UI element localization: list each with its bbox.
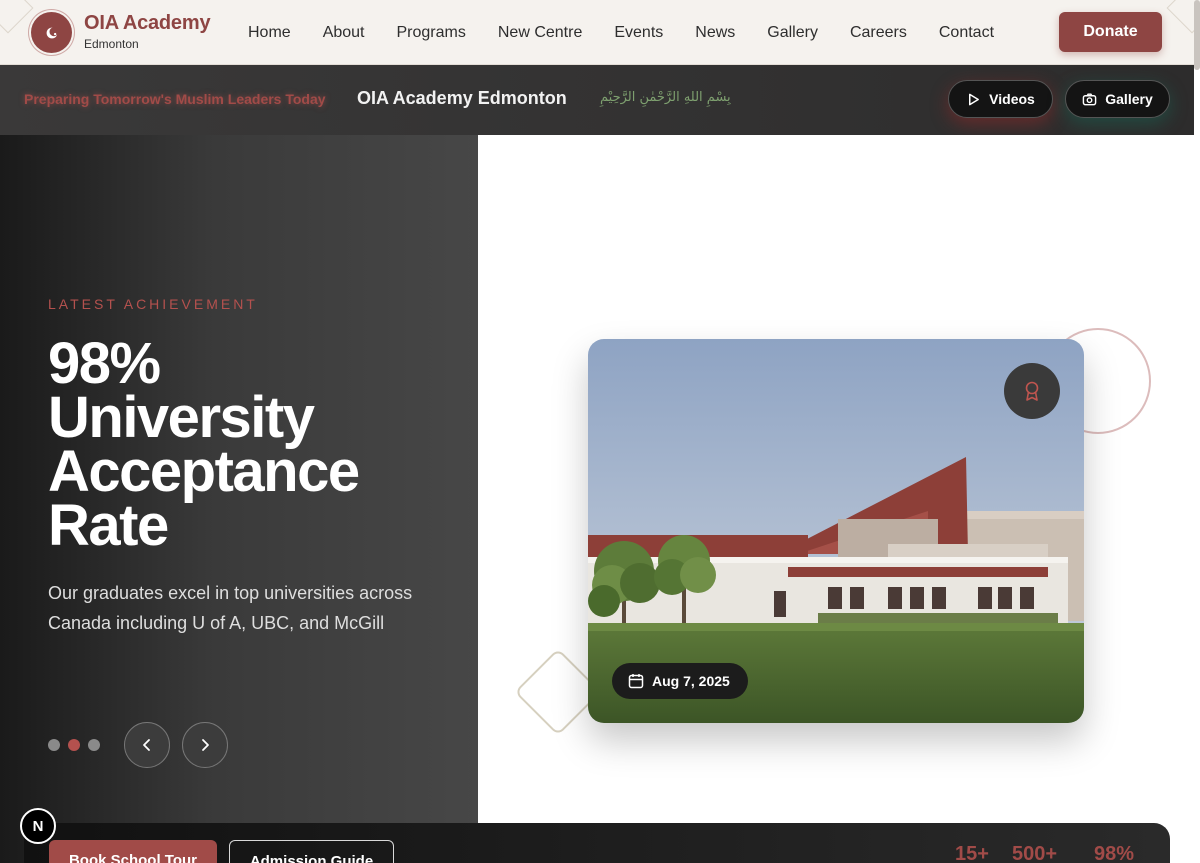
play-icon [969, 93, 980, 105]
bismillah-text: بِسْمِ اللهِ الرَّحْمٰنِ الرَّحِيْمِ [600, 90, 731, 105]
date-text: Aug 7, 2025 [652, 673, 730, 689]
crescent-icon [46, 26, 58, 38]
brand-name: OIA Academy [84, 12, 211, 34]
headline-line: Rate [48, 493, 169, 558]
nav-home[interactable]: Home [232, 0, 307, 65]
calendar-icon [628, 674, 644, 689]
nav-contact[interactable]: Contact [923, 0, 1010, 65]
videos-button[interactable]: Videos [948, 80, 1053, 118]
nav-news[interactable]: News [679, 0, 751, 65]
hero-eyebrow: LATEST ACHIEVEMENT [48, 296, 258, 312]
gallery-label: Gallery [1105, 91, 1153, 107]
nav-gallery[interactable]: Gallery [751, 0, 834, 65]
headline-line: 98% [48, 331, 161, 396]
brand[interactable]: OIA Academy Edmonton [84, 11, 211, 51]
dev-tools-badge[interactable]: N [20, 808, 56, 844]
previous-slide-button[interactable] [124, 722, 170, 768]
slide-dot-2[interactable] [68, 739, 80, 751]
nav-events[interactable]: Events [598, 0, 679, 65]
next-slide-button[interactable] [182, 722, 228, 768]
slide-dot-1[interactable] [48, 739, 60, 751]
camera-icon [1082, 92, 1097, 105]
stat-acceptance: 98% [1094, 843, 1135, 863]
chevron-right-icon [202, 739, 209, 751]
nav-new-centre[interactable]: New Centre [482, 0, 598, 65]
nav-about[interactable]: About [307, 0, 381, 65]
scrollbar[interactable] [1194, 0, 1200, 70]
nav-programs[interactable]: Programs [381, 0, 482, 65]
videos-label: Videos [989, 91, 1035, 107]
hero-description: Our graduates excel in top universities … [48, 583, 413, 633]
award-ribbon-icon [1025, 381, 1039, 401]
slide-dot-3[interactable] [88, 739, 100, 751]
crescent-logo-icon[interactable] [31, 12, 72, 53]
stat-years: 15+ [955, 843, 989, 863]
headline-line: Acceptance [48, 439, 360, 504]
award-badge[interactable] [1004, 363, 1060, 419]
chevron-left-icon [143, 739, 150, 751]
hero-text-panel: LATEST ACHIEVEMENT 98% University Accept… [0, 135, 478, 863]
banner-title: OIA Academy Edmonton [357, 88, 567, 108]
slide-indicators [48, 739, 100, 751]
announcement-banner: Preparing Tomorrow's Muslim Leaders Toda… [0, 65, 1194, 135]
main-menu: Home About Programs New Centre Events Ne… [232, 0, 1010, 65]
headline-line: University [48, 385, 315, 450]
admission-guide-button[interactable]: Admission Guide [229, 840, 394, 863]
donate-button[interactable]: Donate [1059, 12, 1162, 52]
corner-decoration [0, 0, 34, 34]
brand-subtitle: Edmonton [84, 37, 139, 51]
banner-tagline: Preparing Tomorrow's Muslim Leaders Toda… [24, 91, 326, 107]
top-navbar: OIA Academy Edmonton Home About Programs… [0, 0, 1200, 70]
stat-students: 500+ [1012, 843, 1058, 863]
hero-headline: 98% University Acceptance Rate [48, 331, 448, 558]
nav-careers[interactable]: Careers [834, 0, 923, 65]
gallery-button[interactable]: Gallery [1065, 80, 1170, 118]
date-badge: Aug 7, 2025 [612, 663, 748, 699]
book-school-tour-button[interactable]: Book School Tour [49, 840, 217, 863]
